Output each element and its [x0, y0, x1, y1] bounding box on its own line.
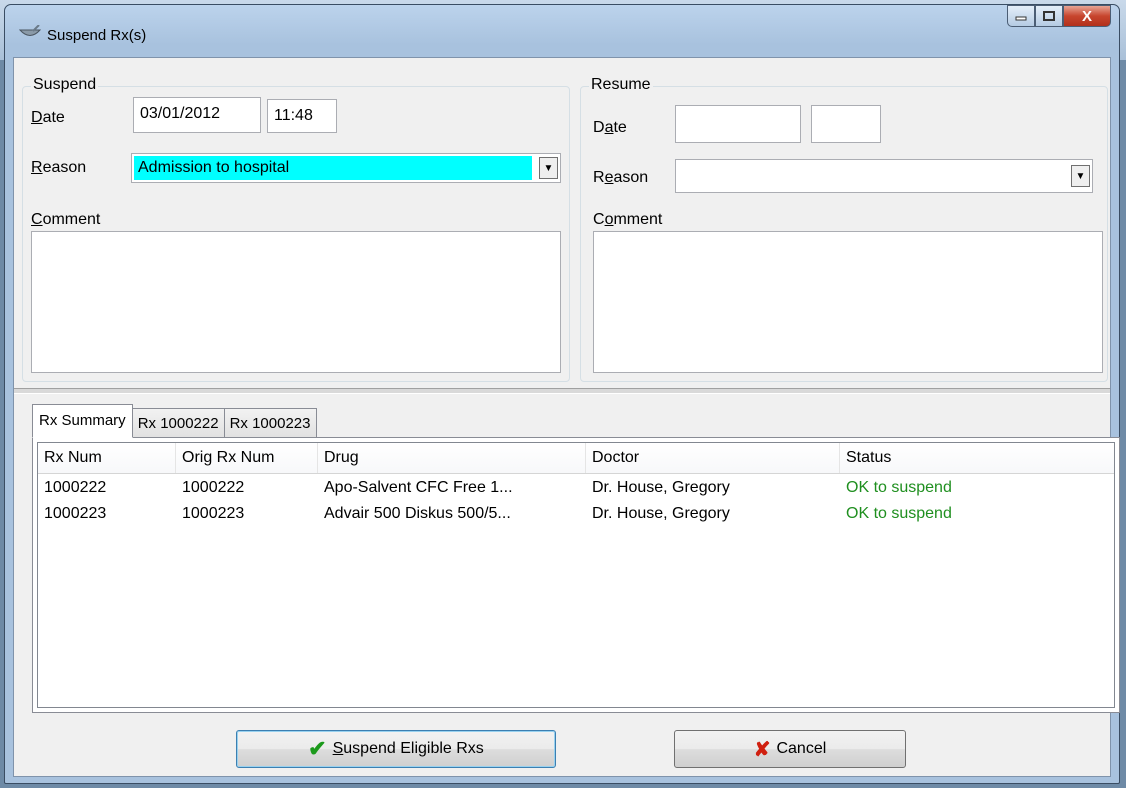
mortar-pestle-icon — [19, 25, 41, 36]
resume-time-input[interactable] — [811, 105, 881, 143]
close-button[interactable]: X — [1063, 5, 1111, 27]
cancel-label: Cancel — [776, 740, 827, 757]
chevron-down-icon[interactable]: ▼ — [1071, 165, 1090, 187]
cell-orig-rx-num: 1000223 — [182, 505, 245, 522]
chevron-down-icon[interactable]: ▼ — [539, 157, 558, 179]
suspend-comment-field[interactable] — [31, 231, 561, 373]
column-header-status[interactable]: Status — [840, 443, 1116, 473]
column-header-orig-rx-num[interactable]: Orig Rx Num — [176, 443, 318, 473]
title-bar[interactable]: Suspend Rx(s) X — [5, 5, 1119, 57]
suspend-reason-dropdown[interactable]: Admission to hospital ▼ — [131, 153, 561, 183]
table-row[interactable]: 1000223 1000223 Advair 500 Diskus 500/5.… — [38, 501, 1114, 527]
window-controls: X — [1007, 5, 1111, 29]
suspend-date-input[interactable]: 03/01/2012 — [133, 97, 261, 133]
tab-strip: Rx Summary Rx 1000222 Rx 1000223 — [32, 404, 317, 438]
cancel-button[interactable]: ✘ Cancel — [674, 730, 906, 768]
cell-status: OK to suspend — [846, 505, 952, 522]
cell-rx-num: 1000222 — [44, 479, 107, 496]
suspend-group-label: Suspend — [31, 76, 99, 94]
cell-drug: Advair 500 Diskus 500/5... — [324, 505, 511, 522]
maximize-icon — [1043, 11, 1055, 21]
tab-rx-summary[interactable]: Rx Summary — [32, 404, 133, 438]
list-header: Rx Num Orig Rx Num Drug Doctor Status — [38, 443, 1114, 474]
tab-rx-1000223[interactable]: Rx 1000223 — [223, 408, 317, 438]
close-icon: X — [1081, 7, 1092, 25]
suspend-date-label: Date — [31, 109, 65, 126]
cell-rx-num: 1000223 — [44, 505, 107, 522]
resume-group: Resume Date Reason ▼ Comment — [580, 76, 1108, 382]
column-header-rx-num[interactable]: Rx Num — [38, 443, 176, 473]
resume-reason-label: Reason — [593, 169, 649, 186]
resume-date-label: Date — [593, 119, 627, 136]
cell-drug: Apo-Salvent CFC Free 1... — [324, 479, 513, 496]
suspend-reason-value: Admission to hospital — [134, 156, 532, 180]
table-row[interactable]: 1000222 1000222 Apo-Salvent CFC Free 1..… — [38, 475, 1114, 501]
dialog-client: Suspend Date 03/01/2012 11:48 Reason Adm… — [13, 57, 1120, 777]
resume-reason-dropdown[interactable]: ▼ — [675, 159, 1093, 193]
suspend-comment-label: Comment — [31, 211, 101, 228]
suspend-eligible-button[interactable]: ✔ Suspend Eligible Rxs — [236, 730, 556, 768]
maximize-button[interactable] — [1035, 5, 1063, 27]
cell-doctor: Dr. House, Gregory — [592, 505, 730, 522]
cell-doctor: Dr. House, Gregory — [592, 479, 730, 496]
suspend-group: Suspend Date 03/01/2012 11:48 Reason Adm… — [22, 76, 570, 382]
tab-panel: Rx Num Orig Rx Num Drug Doctor Status 10… — [32, 437, 1120, 713]
column-header-doctor[interactable]: Doctor — [586, 443, 840, 473]
resume-comment-field[interactable] — [593, 231, 1103, 373]
suspend-eligible-label: Suspend Eligible Rxs — [332, 740, 484, 757]
rx-list[interactable]: Rx Num Orig Rx Num Drug Doctor Status 10… — [37, 442, 1115, 708]
cancel-x-icon: ✘ — [753, 738, 771, 761]
cell-orig-rx-num: 1000222 — [182, 479, 245, 496]
suspend-reason-label: Reason — [31, 159, 87, 176]
resume-reason-value — [678, 162, 686, 186]
resume-comment-label: Comment — [593, 211, 663, 228]
minimize-button[interactable] — [1007, 5, 1035, 27]
minimize-icon — [1015, 16, 1027, 21]
tab-rx-1000222[interactable]: Rx 1000222 — [131, 408, 225, 438]
panel-splitter[interactable] — [14, 388, 1110, 394]
window-title: Suspend Rx(s) — [47, 27, 147, 44]
suspend-time-input[interactable]: 11:48 — [267, 99, 337, 133]
resume-date-input[interactable] — [675, 105, 801, 143]
column-header-drug[interactable]: Drug — [318, 443, 586, 473]
dialog-window: Suspend Rx(s) X Suspend Date 03/01/2012 … — [4, 4, 1120, 784]
checkmark-icon: ✔ — [308, 736, 327, 761]
resume-group-label: Resume — [589, 76, 653, 94]
cell-status: OK to suspend — [846, 479, 952, 496]
